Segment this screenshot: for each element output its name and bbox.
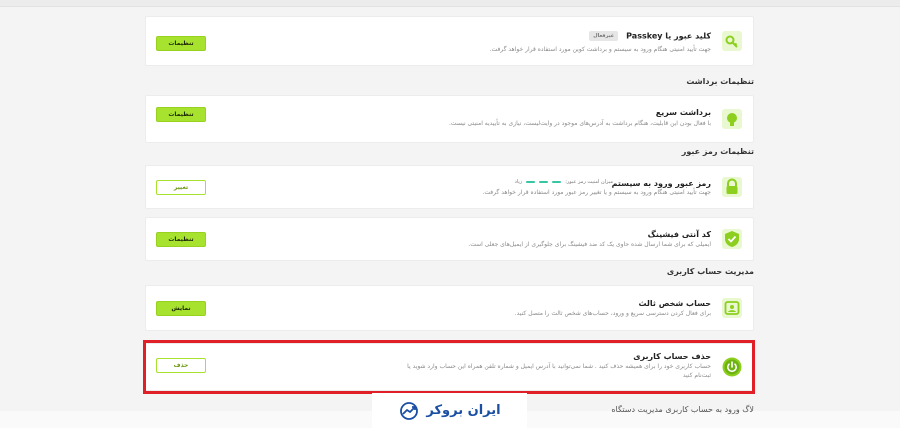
anti-phishing-title: کد آنتی فیشینگ <box>647 230 711 239</box>
brand-logo: ایران بروکر <box>372 393 527 428</box>
highlight-frame <box>143 340 755 394</box>
login-password-desc: جهت تأیید امنیتی هنگام ورود به سیستم و ی… <box>482 189 711 196</box>
passkey-title: کلید عبور یا Passkeyغیرفعال <box>589 31 711 41</box>
shield-check-icon <box>722 229 742 249</box>
third-party-show-button[interactable]: نمایش <box>156 301 206 316</box>
strength-bar <box>526 181 536 183</box>
key-icon <box>722 31 742 51</box>
status-badge: غیرفعال <box>589 31 619 41</box>
third-party-icon <box>722 298 742 318</box>
lock-icon <box>722 177 742 197</box>
lightning-icon <box>722 109 742 129</box>
login-password-card: رمز عبور ورود به سیستم میزان امنیت رمز ع… <box>145 165 754 209</box>
passkey-card: کلید عبور یا Passkeyغیرفعال جهت تأیید ام… <box>145 16 754 66</box>
top-bar <box>0 0 900 7</box>
quick-withdraw-title: برداشت سریع <box>655 108 711 117</box>
anti-phishing-card: کد آنتی فیشینگ ایمیلی که برای شما ارسال … <box>145 217 754 261</box>
section-account-title: مدیریت حساب کاربری <box>666 267 754 276</box>
brand-logo-text: ایران بروکر <box>426 403 501 418</box>
chart-arrow-icon <box>400 401 419 420</box>
password-strength: میزان امنیت رمز عبور: زیاد <box>515 179 613 185</box>
section-withdraw-title: تنظیمات برداشت <box>686 77 754 86</box>
passkey-settings-button[interactable]: تنظیمات <box>156 36 206 51</box>
quick-withdraw-card: برداشت سریع با فعال بودن این قابلیت، هنگ… <box>145 95 754 143</box>
quick-withdraw-desc: با فعال بودن این قابلیت، هنگام برداشت به… <box>449 120 711 127</box>
strength-bar <box>539 181 549 183</box>
quick-withdraw-settings-button[interactable]: تنظیمات <box>156 107 206 122</box>
bottom-section-peek: لاگ ورود به حساب کاربری مدیریت دستگاه <box>611 405 754 414</box>
change-password-button[interactable]: تغییر <box>156 180 206 195</box>
password-strength-label: میزان امنیت رمز عبور: <box>565 179 613 185</box>
anti-phishing-desc: ایمیلی که برای شما ارسال شده حاوی یک کد … <box>468 241 711 248</box>
password-strength-value: زیاد <box>514 179 523 185</box>
third-party-card: حساب شخص ثالث برای فعال کردن دسترسی سریع… <box>145 285 754 331</box>
passkey-desc: جهت تأیید امنیتی هنگام ورود به سیستم و ب… <box>489 46 711 53</box>
anti-phishing-settings-button[interactable]: تنظیمات <box>156 232 206 247</box>
section-password-title: تنظیمات رمز عبور <box>681 147 754 156</box>
login-password-title: رمز عبور ورود به سیستم <box>611 179 711 188</box>
third-party-desc: برای فعال کردن دسترسی سریع و ورود، حساب‌… <box>514 310 711 317</box>
strength-bar <box>552 181 562 183</box>
third-party-title: حساب شخص ثالث <box>638 299 711 308</box>
